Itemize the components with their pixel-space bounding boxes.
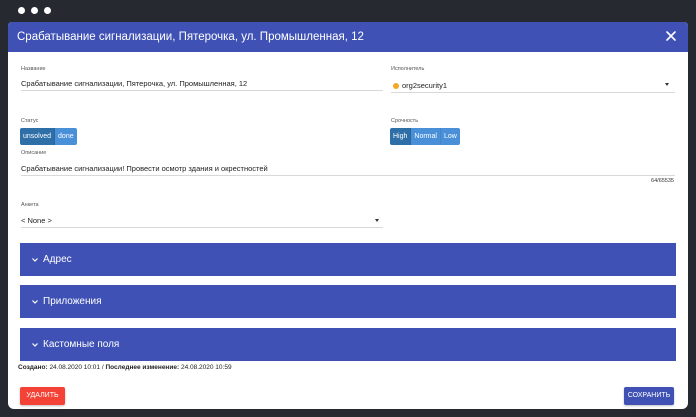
- form-underline: [21, 227, 383, 228]
- section-address[interactable]: Адрес: [20, 243, 676, 276]
- executor-select[interactable]: org2security1: [402, 81, 447, 90]
- section-custom-fields[interactable]: Кастомные поля: [20, 328, 676, 361]
- executor-label: Исполнитель: [391, 66, 425, 72]
- timestamps: Создано: 24.08.2020 10:01 / Последнее из…: [18, 364, 232, 371]
- meta-separator: /: [101, 364, 104, 371]
- section-attachments-label: Приложения: [43, 296, 102, 307]
- description-counter: 64/65535: [651, 178, 674, 184]
- name-input[interactable]: Срабатывание сигнализации, Пятерочка, ул…: [21, 79, 247, 88]
- window-dot-minimize[interactable]: [31, 7, 38, 14]
- description-input[interactable]: Срабатывание сигнализации! Провести осмо…: [21, 164, 268, 173]
- status-label: Статус: [21, 118, 39, 124]
- delete-button[interactable]: УДАЛИТЬ: [20, 387, 65, 405]
- modified-label: Последнее изменение:: [105, 364, 180, 371]
- form-dropdown-icon[interactable]: [375, 219, 379, 222]
- urgency-option-low[interactable]: Low: [440, 128, 460, 145]
- executor-underline: [391, 92, 675, 93]
- window-dot-close[interactable]: [18, 7, 25, 14]
- chevron-down-icon: [32, 257, 38, 262]
- chevron-down-icon: [32, 299, 38, 304]
- created-value: 24.08.2020 10:01: [49, 364, 101, 371]
- urgency-option-normal[interactable]: Normal: [411, 128, 441, 145]
- close-icon[interactable]: [664, 29, 678, 43]
- created-label: Создано:: [18, 364, 48, 371]
- description-label: Описание: [21, 150, 47, 156]
- incident-dialog: Срабатывание сигнализации, Пятерочка, ул…: [8, 22, 688, 409]
- name-underline: [21, 90, 383, 91]
- form-label: Анкета: [21, 202, 39, 208]
- modified-value: 24.08.2020 10:59: [180, 364, 232, 371]
- status-option-done[interactable]: done: [55, 128, 77, 145]
- chevron-down-icon: [32, 342, 38, 347]
- status-toggle-group: unsolved done: [20, 128, 77, 145]
- urgency-label: Срочность: [391, 118, 419, 124]
- name-label: Название: [21, 66, 46, 72]
- section-custom-fields-label: Кастомные поля: [43, 339, 120, 350]
- status-option-unsolved[interactable]: unsolved: [20, 128, 56, 145]
- save-button[interactable]: СОХРАНИТЬ: [624, 387, 674, 405]
- section-address-label: Адрес: [43, 254, 72, 265]
- window-dot-maximize[interactable]: [44, 7, 51, 14]
- urgency-option-high[interactable]: High: [390, 128, 412, 145]
- description-underline: [21, 175, 675, 176]
- section-attachments[interactable]: Приложения: [20, 285, 676, 318]
- executor-dropdown-icon[interactable]: [665, 83, 669, 86]
- window-controls: [18, 7, 51, 14]
- form-select[interactable]: < None >: [21, 216, 52, 225]
- dialog-title: Срабатывание сигнализации, Пятерочка, ул…: [17, 31, 364, 43]
- dialog-header: Срабатывание сигнализации, Пятерочка, ул…: [8, 22, 688, 52]
- urgency-toggle-group: High Normal Low: [390, 128, 460, 145]
- executor-status-dot: [393, 83, 399, 89]
- window-frame: Срабатывание сигнализации, Пятерочка, ул…: [0, 0, 696, 417]
